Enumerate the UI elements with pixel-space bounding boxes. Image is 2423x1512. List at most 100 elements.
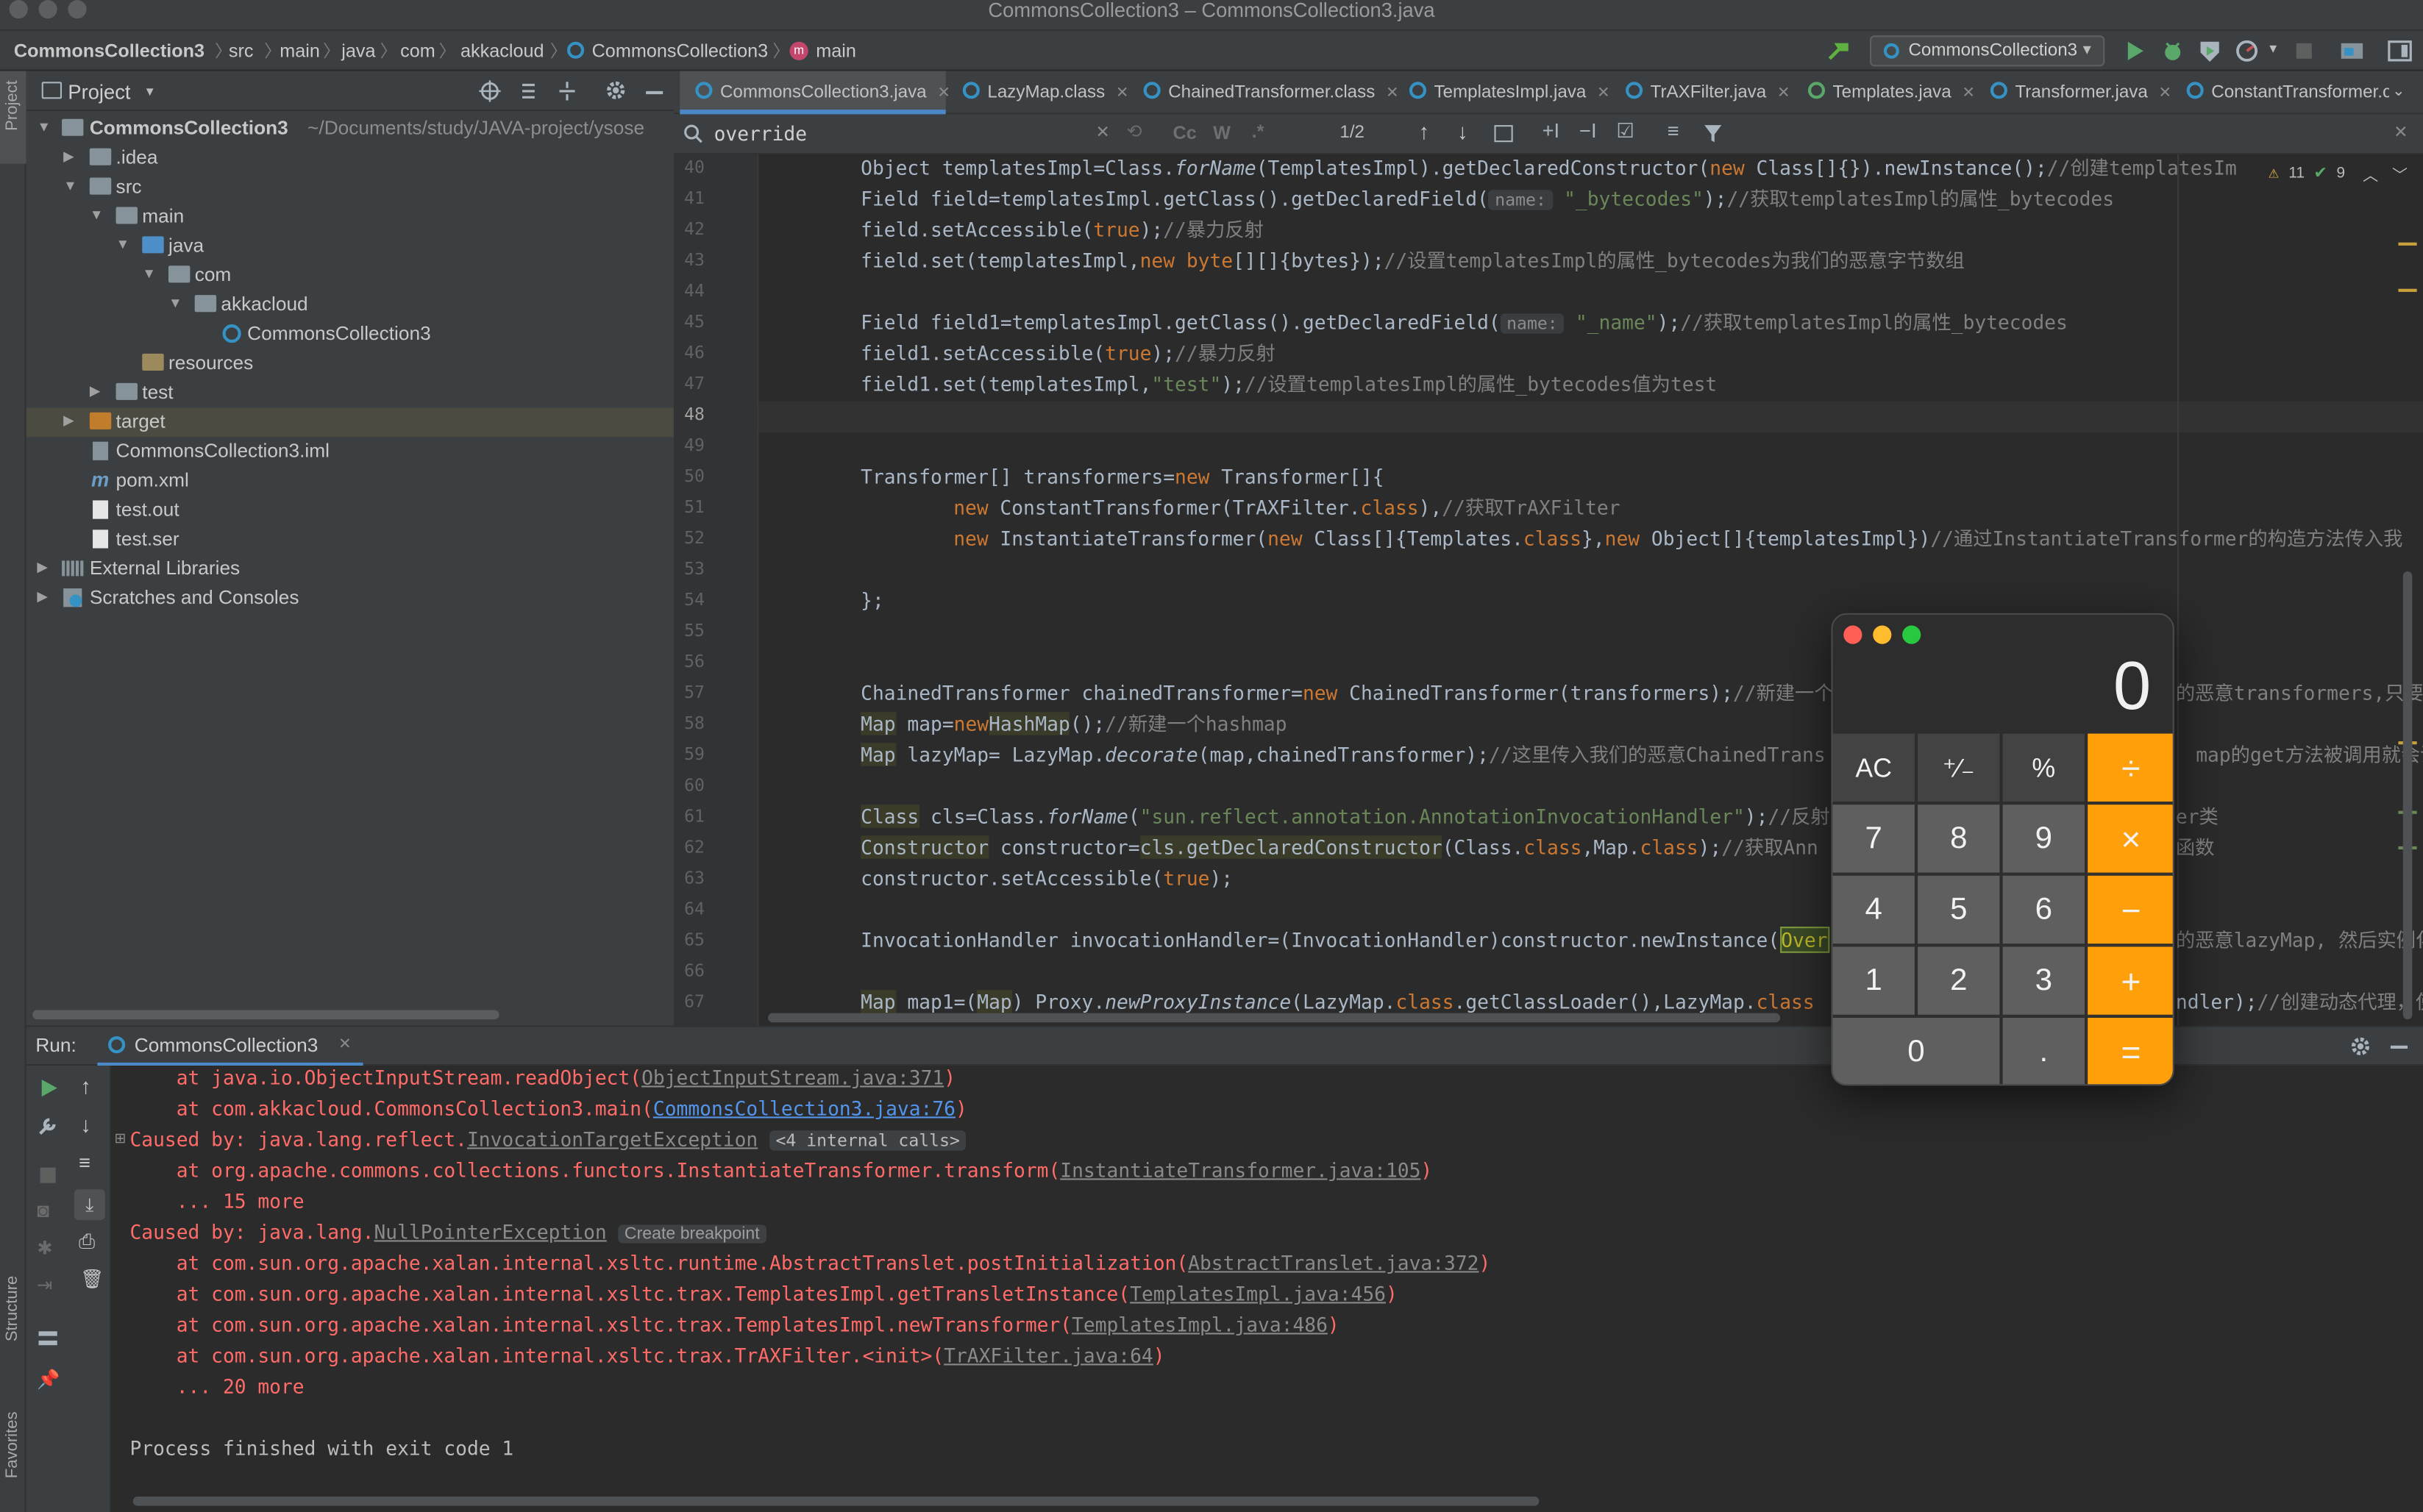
tree-item-src[interactable]: ▼ src (26, 173, 674, 202)
clear-search-icon[interactable]: ✕ (1095, 122, 1109, 142)
close-icon[interactable]: ✕ (1777, 85, 1790, 102)
tab-constanttransformer[interactable]: ConstantTransformer.c (2180, 71, 2389, 115)
chevron-right-icon[interactable]: ▶ (37, 588, 48, 605)
close-icon[interactable]: ✕ (937, 85, 950, 102)
close-icon[interactable]: ✕ (1597, 85, 1610, 102)
next-occurrence-icon[interactable]: ↓ (1457, 119, 1468, 144)
camera-icon[interactable]: ◙ (37, 1199, 49, 1222)
history-icon[interactable]: ⟲ (1126, 121, 1142, 142)
minimize-panel-icon[interactable] (646, 90, 663, 95)
warning-icon[interactable]: ⚠ (2269, 163, 2279, 182)
breadcrumb-java[interactable]: java (341, 40, 375, 62)
run-icon[interactable] (2123, 40, 2144, 62)
stack-link[interactable]: TemplatesImpl.java:456 (1130, 1282, 1386, 1305)
add-occurrence-icon[interactable]: +I (1543, 119, 1560, 143)
tree-item-test-out[interactable]: test.out (26, 496, 674, 525)
tree-item-java[interactable]: ▼ java (26, 232, 674, 261)
chevron-right-icon[interactable]: ▶ (63, 413, 74, 429)
chevron-right-icon[interactable]: ▶ (63, 149, 74, 165)
previous-occurrence-icon[interactable]: ↑ (1419, 119, 1430, 144)
tree-item-idea[interactable]: ▶ .idea (26, 143, 674, 173)
divide-button[interactable]: ÷ (2088, 733, 2173, 804)
chevron-down-icon[interactable]: ▼ (90, 207, 104, 222)
tab-transformer-java[interactable]: Transformer.java ✕ (1984, 71, 2171, 115)
multiply-button[interactable]: × (2088, 805, 2173, 874)
down-stack-icon[interactable]: ↓ (80, 1112, 91, 1137)
tab-lazymap-class[interactable]: LazyMap.class ✕ (956, 71, 1129, 115)
gear-icon[interactable] (2349, 1035, 2372, 1058)
horizontal-scrollbar[interactable] (132, 1496, 1540, 1506)
create-breakpoint-button[interactable]: Create breakpoint (618, 1224, 766, 1244)
layout-icon[interactable] (38, 1331, 57, 1346)
tree-item-pom[interactable]: m pom.xml (26, 466, 674, 496)
structure-tool-label[interactable]: Structure (3, 1276, 21, 1341)
tree-item-akkacloud[interactable]: ▼ akkacloud (26, 290, 674, 320)
digit-7-button[interactable]: 7 (1832, 805, 1916, 874)
chevron-down-icon[interactable]: ▼ (116, 236, 130, 252)
add-button[interactable]: + (2088, 946, 2173, 1016)
chevron-down-icon[interactable]: ▼ (63, 178, 77, 193)
pin-icon[interactable]: 📌 (37, 1369, 60, 1390)
error-stripe-marker[interactable] (2398, 288, 2417, 292)
breadcrumb-src[interactable]: src (229, 40, 254, 62)
chevron-down-icon[interactable]: ▼ (142, 265, 156, 281)
close-icon[interactable]: ✕ (338, 1036, 352, 1053)
tree-item-target[interactable]: ▶ target (26, 407, 674, 438)
digit-3-button[interactable]: 3 (2002, 946, 2087, 1016)
tab-templates-java[interactable]: Templates.java ✕ (1802, 71, 1975, 115)
stack-link[interactable]: TemplatesImpl.java:486 (1072, 1313, 1328, 1336)
search-input[interactable]: override (714, 122, 1113, 147)
tree-item-main[interactable]: ▼ main (26, 202, 674, 232)
chevron-down-icon[interactable]: ▼ (37, 119, 51, 135)
select-all-occurrences-icon[interactable] (1494, 125, 1513, 143)
internal-calls-fold[interactable]: <4 internal calls> (769, 1130, 967, 1151)
tree-item-resources[interactable]: resources (26, 349, 674, 379)
tree-item-external-libraries[interactable]: ▶ External Libraries (26, 554, 674, 584)
stop-icon[interactable] (2296, 43, 2312, 59)
chevron-down-icon[interactable]: ▼ (143, 85, 156, 99)
tree-item-com[interactable]: ▼ com (26, 261, 674, 290)
chevron-down-icon[interactable]: ▼ (2267, 42, 2280, 56)
close-icon[interactable]: ✕ (1116, 85, 1129, 102)
tab-chainedtransformer-class[interactable]: ChainedTransformer.class ✕ (1137, 71, 1399, 115)
percent-button[interactable]: % (2002, 733, 2087, 804)
digit-8-button[interactable]: 8 (1918, 805, 2002, 874)
select-all-icon[interactable]: ☑ (1616, 119, 1634, 144)
calc-zoom-button[interactable] (1902, 625, 1921, 644)
stack-link[interactable]: TrAXFilter.java:64 (944, 1344, 1153, 1367)
filter-settings-icon[interactable]: ≡ (1668, 119, 1679, 143)
exit-icon[interactable]: ⇥ (37, 1274, 52, 1296)
digit-4-button[interactable]: 4 (1832, 875, 1916, 946)
build-hammer-icon[interactable] (1826, 40, 1851, 62)
gear-icon[interactable] (604, 79, 627, 102)
tab-templatesimpl-java[interactable]: TemplatesImpl.java ✕ (1403, 71, 1610, 115)
horizontal-scrollbar[interactable] (32, 1010, 499, 1020)
tree-item-iml[interactable]: CommonsCollection3.iml (26, 437, 674, 466)
digit-2-button[interactable]: 2 (1918, 946, 2002, 1016)
stop-icon[interactable] (40, 1167, 56, 1183)
chevron-up-icon[interactable]: ︿ (2363, 163, 2378, 185)
chevron-right-icon[interactable]: ▶ (37, 559, 48, 576)
collapse-all-icon[interactable] (556, 80, 577, 101)
stack-link[interactable]: InstantiateTransformer.java:105 (1060, 1158, 1420, 1182)
tree-item-scratches[interactable]: ▶ Scratches and Consoles (26, 584, 674, 613)
digit-5-button[interactable]: 5 (1918, 875, 2002, 946)
tab-commonscollection3-java[interactable]: CommonsCollection3.java ✕ (680, 71, 950, 115)
clear-button[interactable]: AC (1832, 733, 1916, 804)
exception-link[interactable]: InvocationTargetException (467, 1127, 758, 1151)
regex-toggle[interactable]: .* (1252, 121, 1264, 142)
stack-link[interactable]: ObjectInputStream.java:371 (641, 1066, 944, 1089)
vertical-scrollbar[interactable] (2402, 571, 2413, 1020)
calc-minimize-button[interactable] (1873, 625, 1892, 644)
run-configuration-select[interactable]: CommonsCollection3 ▼ (1869, 35, 2105, 67)
locate-target-icon[interactable] (479, 80, 501, 102)
rerun-icon[interactable] (39, 1078, 59, 1098)
breadcrumb-main[interactable]: main (280, 40, 320, 62)
sign-toggle-button[interactable]: ⁺∕₋ (1918, 733, 2002, 804)
fold-icon[interactable]: ⊞ (114, 1130, 126, 1147)
stack-link[interactable]: AbstractTranslet.java:372 (1188, 1251, 1479, 1274)
equals-button[interactable]: = (2088, 1017, 2173, 1085)
remove-occurrence-icon[interactable]: −I (1579, 119, 1597, 143)
tree-item-test[interactable]: ▶ test (26, 379, 674, 408)
tree-item-class[interactable]: CommonsCollection3 (26, 320, 674, 349)
